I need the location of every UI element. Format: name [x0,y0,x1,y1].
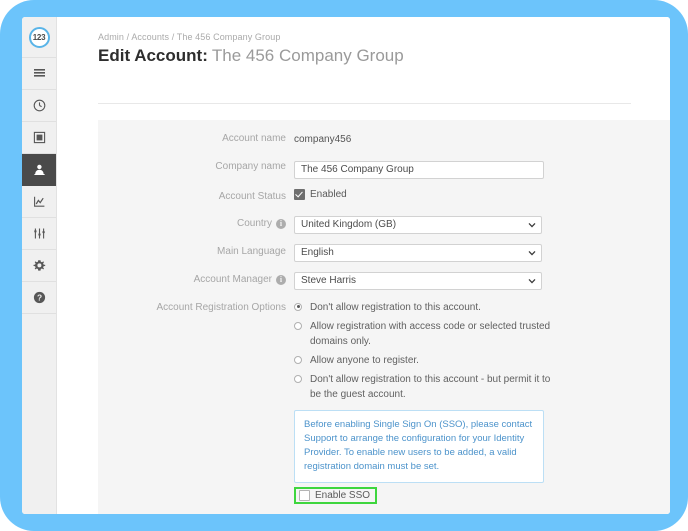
sidebar-item-help[interactable]: ? [22,282,56,314]
country-wrap: United Kingdom (GB) [294,215,670,234]
title-divider [98,103,631,104]
library-icon [33,131,46,144]
radio-option[interactable]: Allow anyone to register. [294,353,670,368]
field-row-company-name: Company name [98,158,670,179]
registration-radio-group: Don't allow registration to this account… [294,300,670,402]
enabled-checkbox-label: Enabled [310,188,347,200]
sidebar-item-reports[interactable] [22,186,56,218]
field-row-account-status: Account Status Enabled [98,188,670,206]
label-registration-options: Account Registration Options [98,299,294,317]
country-select[interactable]: United Kingdom (GB) [294,215,542,234]
enable-sso-checkbox[interactable] [299,489,310,501]
account-status-wrap: Enabled [294,188,670,200]
clock-icon [33,99,46,112]
label-text: Account Status [218,190,286,202]
form-body: Account name company456 Company name The… [98,120,670,514]
users-icon [33,163,46,176]
label-text: Main Language [217,245,286,257]
label-account-manager: Account Manager i [98,271,294,289]
browser-frame: 123 ? Admin / Accounts / The 456 Company… [0,0,688,531]
sso-notice-text: Before enabling Single Sign On (SSO), pl… [304,418,533,472]
field-row-account-name: Account name company456 [98,130,670,149]
field-row-account-manager: Account Manager i Steve Harris [98,271,670,290]
field-row-main-language: Main Language English [98,243,670,262]
enable-sso-row[interactable]: Enable SSO [294,486,378,504]
page-title-prefix: Edit Account: [98,46,208,65]
edit-account-form: Account name company456 Company name The… [98,120,670,514]
account-status-checkbox-row[interactable]: Enabled [294,188,670,200]
radio-label: Allow anyone to register. [310,354,419,366]
value-account-name-wrap: company456 [294,130,670,149]
field-row-registration-options: Account Registration Options Don't allow… [98,299,670,506]
radio-option[interactable]: Don't allow registration to this account… [294,300,670,315]
label-text: Company name [215,161,286,172]
app-window: 123 ? Admin / Accounts / The 456 Company… [22,17,670,514]
page-title: Edit Account: The 456 Company Group [98,46,404,66]
sso-notice: Before enabling Single Sign On (SSO), pl… [294,409,544,483]
label-company-name: Company name [98,158,294,176]
radio-input[interactable] [294,355,302,364]
svg-text:?: ? [36,293,41,303]
info-icon[interactable]: i [276,274,286,285]
page-title-value: The 456 Company Group [211,46,404,65]
account-manager-wrap: Steve Harris [294,271,670,290]
sidebar-item-configuration[interactable] [22,250,56,282]
chart-icon [33,195,46,208]
main-language-wrap: English [294,243,670,262]
sidebar-item-settings-panel[interactable] [22,218,56,250]
label-text: Account Registration Options [156,301,286,313]
info-icon[interactable]: i [276,218,286,229]
sidebar-item-activity[interactable] [22,90,56,122]
field-row-country: Country i United Kingdom (GB) [98,215,670,234]
sidebar-item-dashboard-logo[interactable]: 123 [22,17,56,58]
radio-label: Don't allow registration to this account… [310,373,551,400]
radio-input[interactable] [294,321,302,330]
account-manager-select[interactable]: Steve Harris [294,271,542,290]
radio-label: Don't allow registration to this account… [310,301,481,313]
country-select-value: United Kingdom (GB) [294,215,542,234]
company-name-wrap [294,158,670,179]
label-text: Account name [222,133,286,144]
enabled-checkbox[interactable] [294,188,305,200]
sidebar-item-accounts[interactable] [22,154,56,186]
label-account-status: Account Status [98,188,294,206]
company-name-input[interactable] [294,160,544,179]
main-content: Admin / Accounts / The 456 Company Group… [58,17,670,514]
list-icon [33,67,46,80]
dashboard-logo-icon: 123 [28,26,50,48]
account-name-value: company456 [294,134,352,145]
sliders-icon [33,227,46,240]
breadcrumb[interactable]: Admin / Accounts / The 456 Company Group [98,32,280,42]
radio-option[interactable]: Don't allow registration to this account… [294,372,670,402]
account-manager-select-value: Steve Harris [294,271,542,290]
label-text: Country [236,217,272,229]
registration-options-wrap: Don't allow registration to this account… [294,299,670,506]
help-icon: ? [33,291,46,304]
gear-icon [33,259,46,272]
radio-input[interactable] [294,374,302,383]
enable-sso-label: Enable SSO [315,489,371,501]
sidebar-item-content[interactable] [22,58,56,90]
label-text: Account Manager [193,273,272,285]
radio-input[interactable] [294,302,302,311]
radio-label: Allow registration with access code or s… [310,320,551,347]
sidebar-rail: 123 ? [22,17,57,514]
main-language-select[interactable]: English [294,243,542,262]
label-main-language: Main Language [98,243,294,261]
label-country: Country i [98,215,294,233]
radio-option[interactable]: Allow registration with access code or s… [294,319,670,349]
label-account-name: Account name [98,130,294,148]
main-language-select-value: English [294,243,542,262]
sidebar-item-library[interactable] [22,122,56,154]
